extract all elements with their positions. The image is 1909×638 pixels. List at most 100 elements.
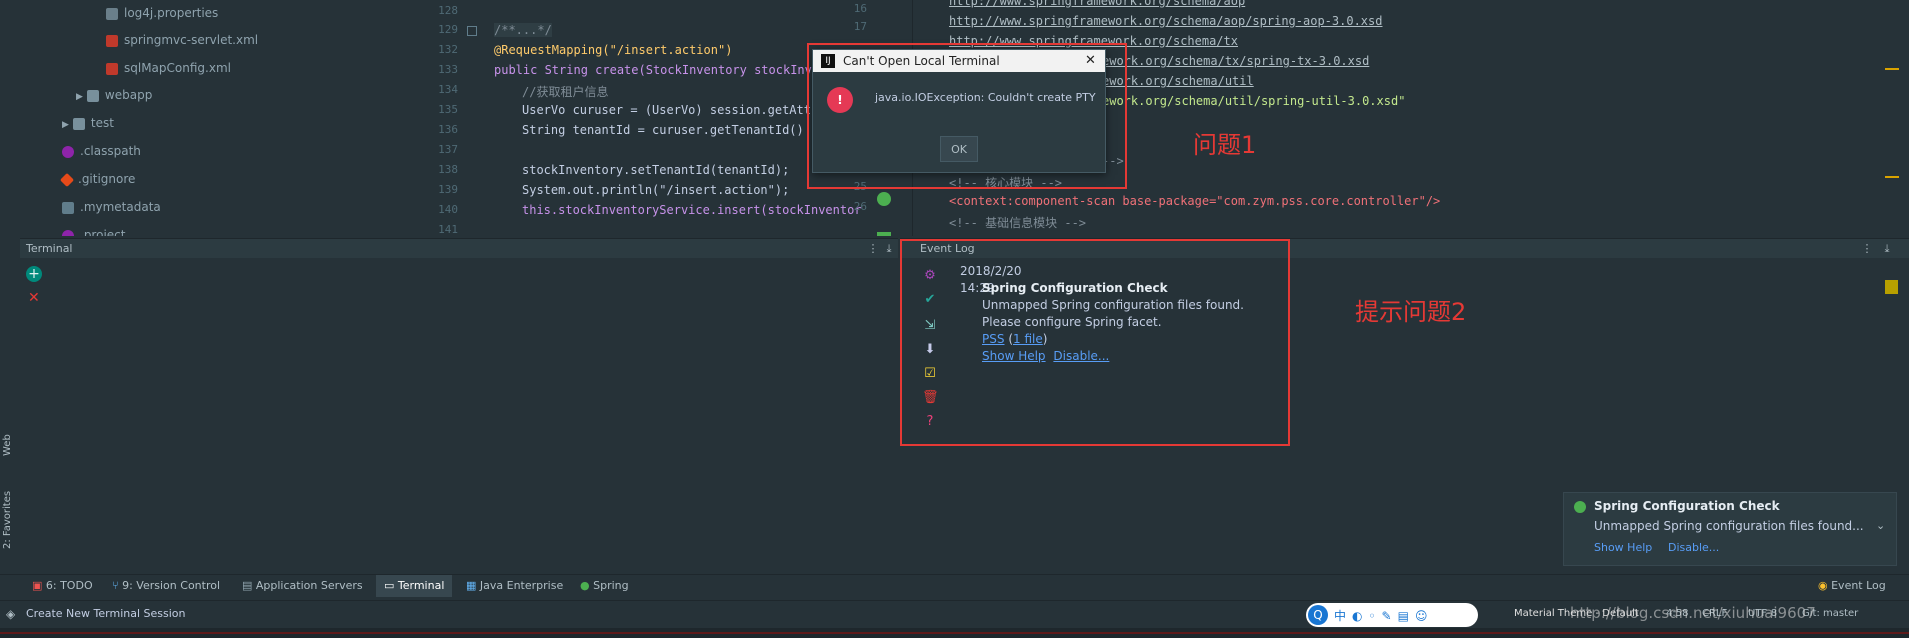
xml-line: <!-- 基础信息模块 -->: [949, 216, 1087, 230]
tree-item-label: .project: [80, 228, 126, 236]
spring-bean-icon[interactable]: [877, 232, 891, 236]
tree-item-label: webapp: [104, 88, 153, 102]
scroll-marker: [1885, 176, 1899, 178]
xml-file-icon: [106, 62, 118, 75]
code-line: this.stockInventoryService.insert(stockI…: [522, 203, 862, 217]
tab-version-control[interactable]: ⑂ 9: Version Control: [112, 575, 220, 597]
spring-leaf-icon: [1574, 501, 1586, 513]
hide-panel-icon[interactable]: ⤓: [1880, 242, 1894, 256]
tab-event-log[interactable]: ◉ Event Log: [1818, 575, 1886, 597]
left-tool-strip: Web 2: Favorites: [0, 0, 20, 600]
ime-toolbar[interactable]: Q 中◐◦✎▤☺: [1306, 603, 1478, 627]
todo-icon: ▣: [32, 579, 46, 592]
project-file-icon: [62, 229, 74, 236]
tab-spring[interactable]: ● Spring: [580, 575, 629, 597]
tree-item-gitignore[interactable]: .gitignore: [59, 168, 136, 190]
event-log-icon: ◉: [1818, 579, 1832, 592]
tab-application-servers[interactable]: ▤ Application Servers: [242, 575, 363, 597]
code-line: System.out.println("/insert.action");: [522, 183, 790, 197]
ime-tool-icons: 中◐◦✎▤☺: [1334, 609, 1434, 623]
line-number: 136: [438, 123, 458, 136]
line-number: 17: [853, 20, 867, 33]
hide-panel-icon[interactable]: ⤓: [882, 242, 896, 256]
tree-item-label: sqlMapConfig.xml: [124, 61, 231, 75]
fold-icon[interactable]: [467, 25, 477, 39]
side-tab-web[interactable]: Web: [2, 420, 18, 470]
line-number: 26: [853, 200, 867, 213]
notification-disable[interactable]: Disable...: [1668, 541, 1719, 554]
code-line: stockInventory.setTenantId(tenantId);: [522, 163, 790, 177]
tab-terminal[interactable]: ▭ Terminal: [376, 575, 453, 597]
tree-item-sqlmapconfig[interactable]: sqlMapConfig.xml: [106, 57, 231, 79]
xml-file-icon: [106, 34, 118, 47]
more-options-icon[interactable]: ⋮: [1860, 242, 1874, 256]
terminal-body[interactable]: + ✕: [20, 258, 898, 574]
line-number: 138: [438, 163, 458, 176]
xml-line: http://www.springframework.org/schema/ao…: [949, 0, 1246, 8]
tab-java-enterprise[interactable]: ▦ Java Enterprise: [466, 575, 563, 597]
layers-icon[interactable]: ◈: [6, 607, 15, 621]
folder-icon: [72, 117, 85, 130]
window-bottom-edge: [0, 628, 1909, 638]
spring-leaf-icon: ●: [580, 579, 594, 592]
line-number: 141: [438, 223, 458, 236]
code-line: //获取租户信息: [522, 85, 609, 99]
properties-file-icon: [106, 7, 118, 20]
project-tree: log4j.properties springmvc-servlet.xml s…: [20, 0, 420, 236]
chevron-down-icon[interactable]: ⌄: [1876, 519, 1885, 532]
line-number: 137: [438, 143, 458, 156]
terminal-title: Terminal: [26, 242, 73, 255]
side-tab-web-label: Web: [2, 434, 13, 456]
xml-line: http://www.springframework.org/schema/ao…: [949, 14, 1383, 28]
side-tab-favorites[interactable]: 2: Favorites: [2, 480, 18, 560]
tree-item-label: .gitignore: [78, 172, 136, 186]
tab-label: Terminal: [397, 579, 445, 592]
tab-label: Application Servers: [255, 579, 363, 592]
git-file-icon: [59, 172, 75, 187]
notification-balloon: Spring Configuration Check Unmapped Spri…: [1563, 492, 1897, 566]
tree-item-mymetadata[interactable]: .mymetadata: [62, 196, 161, 218]
code-line: String tenantId = curuser.getTenantId() …: [522, 123, 819, 137]
tab-label: Event Log: [1831, 579, 1886, 592]
tab-todo[interactable]: ▣ 6: TODO: [32, 575, 93, 597]
line-number: 132: [438, 43, 458, 56]
java-ee-icon: ▦: [466, 579, 480, 592]
ime-logo-icon: Q: [1308, 605, 1328, 625]
line-number: 134: [438, 83, 458, 96]
tree-item-label: log4j.properties: [124, 6, 219, 20]
text-file-icon: [62, 201, 74, 214]
annotation-box-2: [900, 239, 1290, 446]
tree-item-classpath[interactable]: .classpath: [62, 140, 141, 162]
tab-label: Java Enterprise: [479, 579, 564, 592]
warning-marker: [1885, 280, 1898, 294]
line-number: 128: [438, 4, 458, 17]
line-number: 16: [853, 2, 867, 15]
notification-show-help[interactable]: Show Help: [1594, 541, 1652, 554]
line-number: 133: [438, 63, 458, 76]
spring-bean-icon[interactable]: [877, 192, 891, 206]
branch-icon: ⑂: [112, 579, 123, 592]
more-options-icon[interactable]: ⋮: [866, 242, 880, 256]
terminal-header: Terminal ⋮ ⤓: [20, 238, 898, 259]
tree-item-springmvc[interactable]: springmvc-servlet.xml: [106, 29, 258, 51]
tool-window-bar: ▣ 6: TODO ⑂ 9: Version Control ▤ Applica…: [0, 574, 1909, 597]
code-line: UserVo curuser = (UserVo) session.getAtt…: [522, 103, 826, 117]
annotation-box-1: [807, 43, 1127, 189]
tree-item-log4j[interactable]: log4j.properties: [106, 2, 218, 24]
side-tab-favorites-label: 2: Favorites: [2, 490, 13, 550]
tree-item-test[interactable]: ▶ test: [62, 112, 114, 134]
classpath-file-icon: [62, 145, 74, 158]
tree-item-webapp[interactable]: ▶ webapp: [76, 84, 152, 106]
notification-title: Spring Configuration Check: [1594, 499, 1780, 513]
code-line: /**...*/: [494, 23, 552, 37]
xml-line: ework.org/schema/util/spring-util-3.0.xs…: [1102, 94, 1406, 108]
close-session-icon[interactable]: ✕: [28, 290, 40, 306]
tree-item-project[interactable]: .project: [62, 224, 125, 236]
tree-item-label: .mymetadata: [80, 200, 161, 214]
line-number: 140: [438, 203, 458, 216]
new-session-icon[interactable]: +: [26, 266, 42, 282]
xml-line: ework.org/schema/tx/spring-tx-3.0.xsd: [1102, 54, 1370, 68]
chevron-right-icon: ▶: [62, 120, 69, 130]
annotation-problem2: 提示问题2: [1355, 298, 1467, 326]
notification-body: Unmapped Spring configuration files foun…: [1594, 519, 1864, 533]
